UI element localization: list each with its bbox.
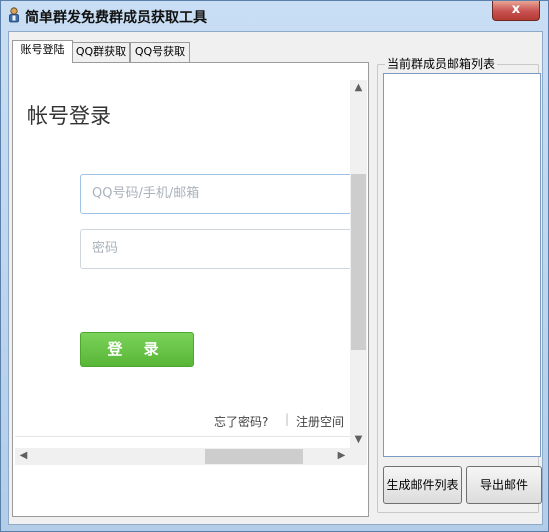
email-list-group-label: 当前群成员邮箱列表 bbox=[385, 55, 498, 72]
scroll-left-icon[interactable]: ◀ bbox=[15, 450, 32, 461]
login-title: 帐号登录 bbox=[27, 104, 111, 128]
account-input[interactable]: QQ号码/手机/邮箱 bbox=[80, 174, 352, 214]
tab-label: QQ号获取 bbox=[134, 45, 186, 58]
register-link[interactable]: 注册空间 bbox=[296, 413, 344, 430]
horizontal-scrollbar[interactable]: ◀ ▶ bbox=[15, 448, 350, 465]
password-input[interactable]: 密码 bbox=[80, 229, 352, 269]
vertical-scrollbar[interactable]: ▲ ▼ bbox=[350, 80, 367, 450]
scroll-corner bbox=[350, 448, 367, 465]
forgot-password-link[interactable]: 忘了密码? bbox=[214, 413, 268, 430]
login-web-view: 帐号登录 QQ号码/手机/邮箱 密码 登 录 忘了密码? | 注册空间 bbox=[15, 80, 367, 466]
close-button[interactable]: x bbox=[492, 1, 540, 21]
app-window: 简单群发免费群成员获取工具 x 账号登陆 QQ群获取 QQ号获取 帐号登录 QQ… bbox=[0, 0, 549, 532]
title-bar: 简单群发免费群成员获取工具 x bbox=[1, 1, 548, 29]
tab-qq-number[interactable]: QQ号获取 bbox=[130, 42, 190, 62]
login-button[interactable]: 登 录 bbox=[80, 332, 194, 367]
scroll-right-icon[interactable]: ▶ bbox=[333, 450, 350, 461]
horizontal-scroll-thumb[interactable] bbox=[205, 449, 303, 464]
export-email-button[interactable]: 导出邮件 bbox=[466, 466, 542, 504]
tab-account-login[interactable]: 账号登陆 bbox=[12, 40, 73, 63]
email-listbox[interactable] bbox=[383, 73, 541, 457]
tab-qq-group[interactable]: QQ群获取 bbox=[72, 42, 130, 62]
tab-label: 账号登陆 bbox=[20, 43, 65, 56]
app-icon bbox=[9, 7, 19, 23]
generate-email-list-button[interactable]: 生成邮件列表 bbox=[383, 466, 462, 504]
divider bbox=[15, 436, 351, 437]
tab-label: QQ群获取 bbox=[75, 45, 127, 58]
window-title: 简单群发免费群成员获取工具 bbox=[25, 10, 207, 26]
scroll-up-icon[interactable]: ▲ bbox=[350, 82, 367, 93]
vertical-scroll-thumb[interactable] bbox=[351, 174, 366, 350]
link-separator: | bbox=[285, 412, 290, 426]
client-area: 账号登陆 QQ群获取 QQ号获取 帐号登录 QQ号码/手机/邮箱 密码 登 录 … bbox=[8, 31, 543, 525]
close-icon: x bbox=[511, 2, 521, 17]
scroll-down-icon[interactable]: ▼ bbox=[350, 434, 367, 445]
